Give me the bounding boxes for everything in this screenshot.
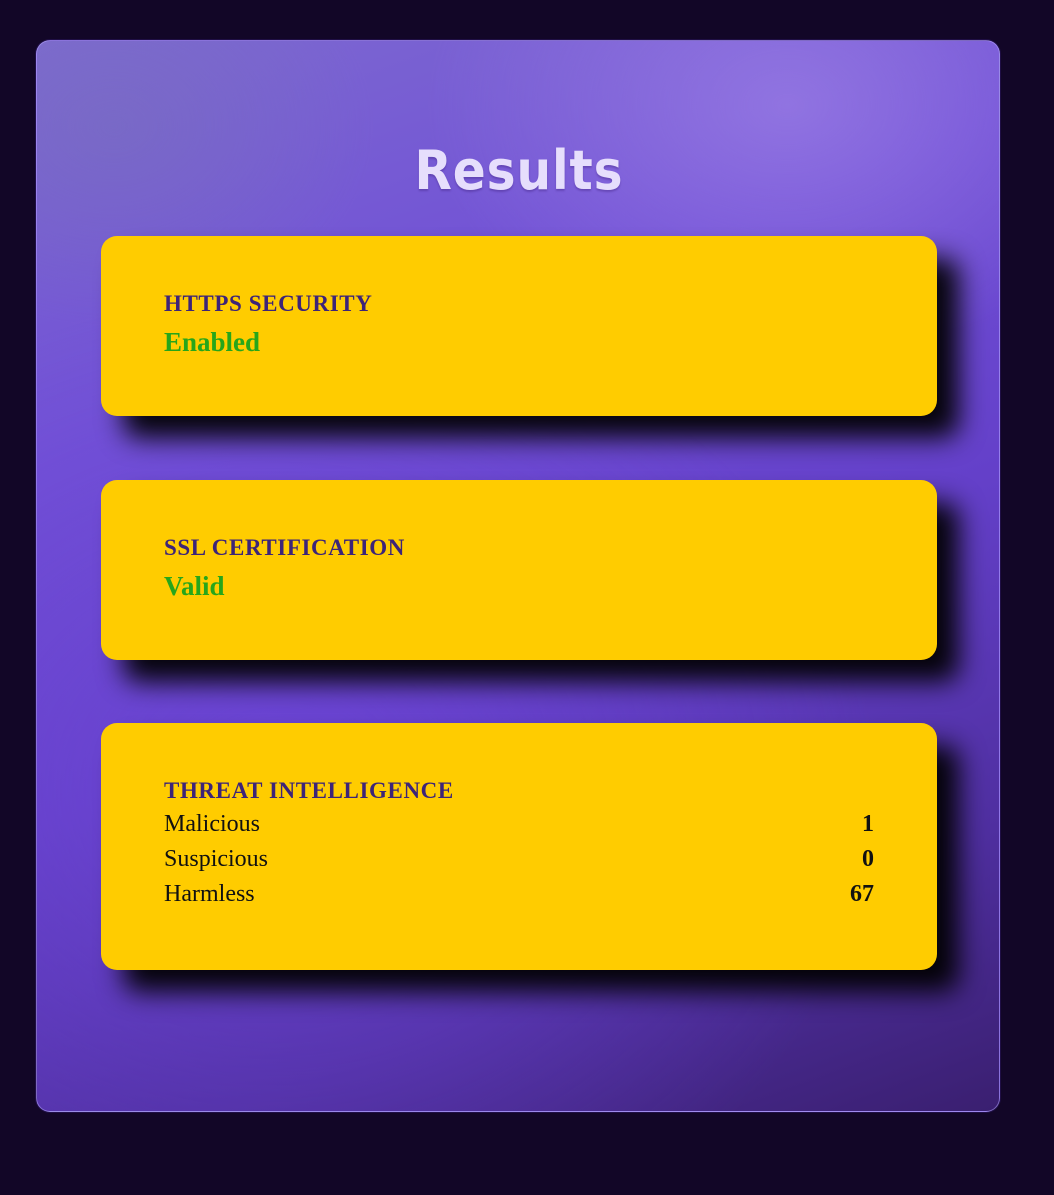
- threat-stats-list: Malicious 1 Suspicious 0 Harmless 67: [164, 807, 874, 912]
- threat-row-name: Suspicious: [164, 845, 269, 872]
- threat-row-count: 0: [862, 845, 874, 872]
- threat-row-name: Malicious: [164, 810, 260, 837]
- ssl-certification-status: Valid: [164, 570, 225, 601]
- https-security-label: HTTPS SECURITY: [164, 291, 373, 316]
- https-security-card: HTTPS SECURITY Enabled: [101, 236, 937, 416]
- ssl-certification-label: SSL CERTIFICATION: [164, 535, 405, 560]
- results-panel: Results HTTPS SECURITY Enabled SSL CERTI…: [36, 40, 1000, 1112]
- https-security-status: Enabled: [164, 326, 261, 357]
- threat-row-count: 67: [850, 880, 874, 907]
- threat-row-name: Harmless: [164, 880, 255, 907]
- threat-row-harmless: Harmless 67: [164, 877, 874, 912]
- threat-row-malicious: Malicious 1: [164, 807, 874, 842]
- threat-intelligence-label: THREAT INTELLIGENCE: [164, 778, 454, 803]
- ssl-certification-card: SSL CERTIFICATION Valid: [101, 480, 937, 660]
- threat-row-suspicious: Suspicious 0: [164, 842, 874, 877]
- threat-row-count: 1: [862, 810, 874, 837]
- threat-intelligence-card: THREAT INTELLIGENCE Malicious 1 Suspicio…: [101, 723, 937, 970]
- page-title: Results: [414, 139, 624, 202]
